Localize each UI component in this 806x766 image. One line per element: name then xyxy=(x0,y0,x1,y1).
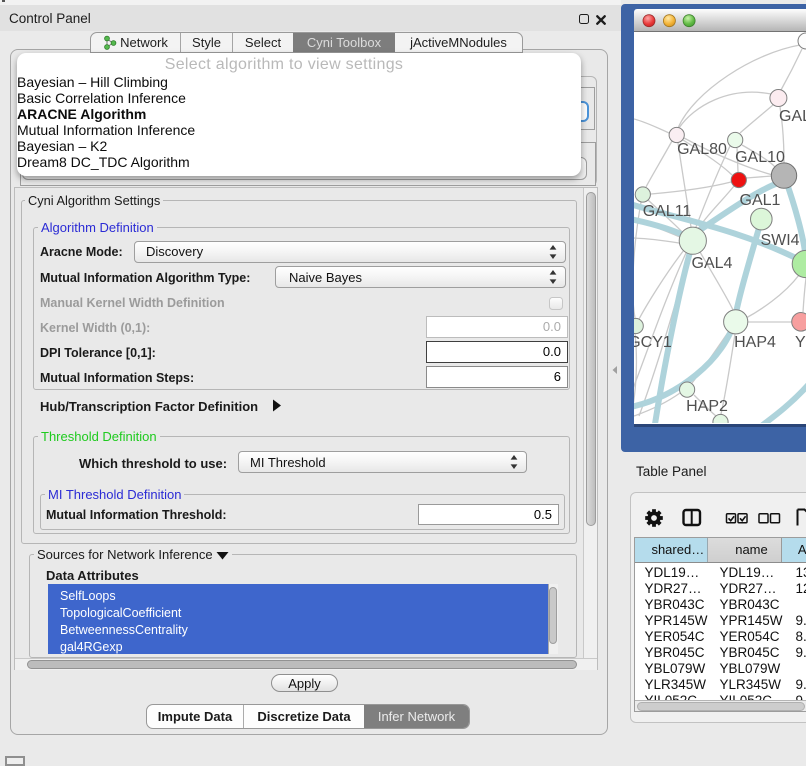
svg-text:GAL10: GAL10 xyxy=(735,149,785,166)
svg-text:SWI4: SWI4 xyxy=(760,232,799,249)
svg-text:YM: YM xyxy=(795,334,806,351)
svg-text:GAL11: GAL11 xyxy=(643,203,692,220)
svg-text:GAL4: GAL4 xyxy=(692,255,733,272)
svg-text:HAP4: HAP4 xyxy=(734,334,776,351)
svg-text:GAL1: GAL1 xyxy=(740,192,781,209)
svg-text:GAL7: GAL7 xyxy=(779,108,806,125)
svg-text:GAL80: GAL80 xyxy=(677,141,727,158)
svg-text:GCY1: GCY1 xyxy=(634,334,672,351)
svg-text:HAP2: HAP2 xyxy=(686,398,728,415)
